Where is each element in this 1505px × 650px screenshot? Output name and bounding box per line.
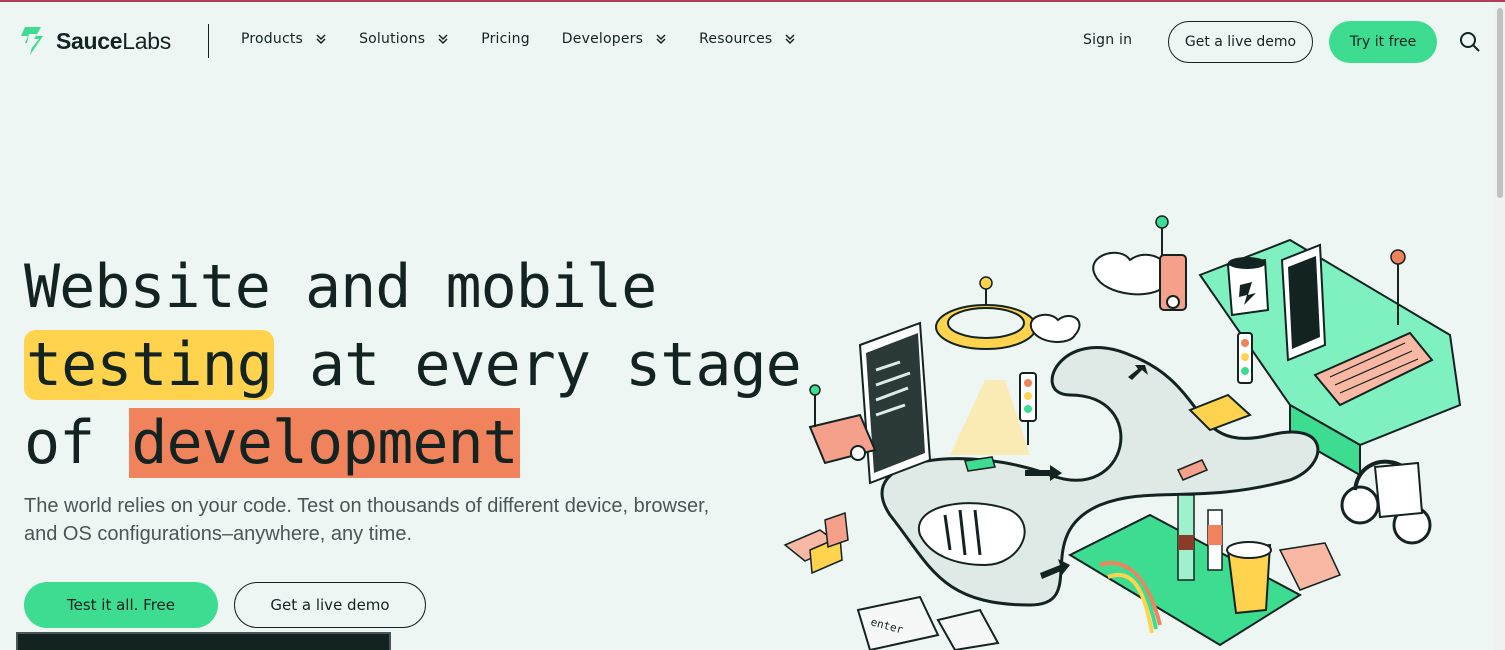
saucelabs-logo-icon — [21, 27, 43, 55]
headline-line-2-rest: at every stage — [273, 330, 802, 400]
sign-in-link[interactable]: Sign in — [1083, 32, 1132, 48]
double-chevron-down-icon — [438, 34, 448, 45]
nav-item-pricing[interactable]: Pricing — [481, 31, 530, 47]
nav-item-label: Products — [241, 31, 304, 47]
logo-wordmark: SauceLabs — [56, 27, 171, 54]
headline-line-1: Website and mobile — [24, 252, 657, 322]
top-navigation: SauceLabs Products Solutions Pricing Dev… — [0, 2, 1495, 78]
headline-line-3-prefix: of — [24, 408, 130, 478]
double-chevron-down-icon — [656, 34, 666, 45]
double-chevron-down-icon — [316, 34, 326, 45]
nav-item-developers[interactable]: Developers — [562, 31, 667, 47]
headline-line-2: testing at every stage — [24, 326, 802, 404]
nav-try-free-button[interactable]: Try it free — [1329, 21, 1437, 63]
nav-item-label: Pricing — [481, 31, 530, 47]
test-it-all-free-button[interactable]: Test it all. Free — [24, 582, 218, 628]
nav-item-resources[interactable]: Resources — [699, 31, 796, 47]
nav-item-label: Resources — [699, 31, 773, 47]
nav-item-solutions[interactable]: Solutions — [359, 31, 449, 47]
headline-highlight-testing: testing — [24, 330, 274, 400]
scrollbar-thumb[interactable] — [1497, 8, 1503, 198]
headline-line-3: of development — [24, 404, 801, 482]
headline-highlight-development: development — [129, 408, 520, 478]
saucelabs-logo[interactable]: SauceLabs — [16, 24, 171, 58]
nav-live-demo-button[interactable]: Get a live demo — [1168, 21, 1313, 63]
hero-headline: Website and mobile testing at every stag… — [24, 248, 802, 482]
nav-menu: Products Solutions Pricing Developers Re… — [241, 31, 828, 47]
nav-item-label: Developers — [561, 31, 644, 47]
nav-item-products[interactable]: Products — [241, 31, 327, 47]
hero-live-demo-button[interactable]: Get a live demo — [234, 582, 426, 628]
testing-infinity-road-illustration: enter — [783, 215, 1462, 650]
nav-divider — [208, 24, 209, 58]
cookie-banner-edge — [16, 632, 391, 650]
search-icon[interactable] — [1458, 30, 1482, 54]
hero-subtext: The world relies on your code. Test on t… — [24, 495, 710, 545]
nav-item-label: Solutions — [359, 31, 426, 47]
double-chevron-down-icon — [785, 34, 795, 45]
